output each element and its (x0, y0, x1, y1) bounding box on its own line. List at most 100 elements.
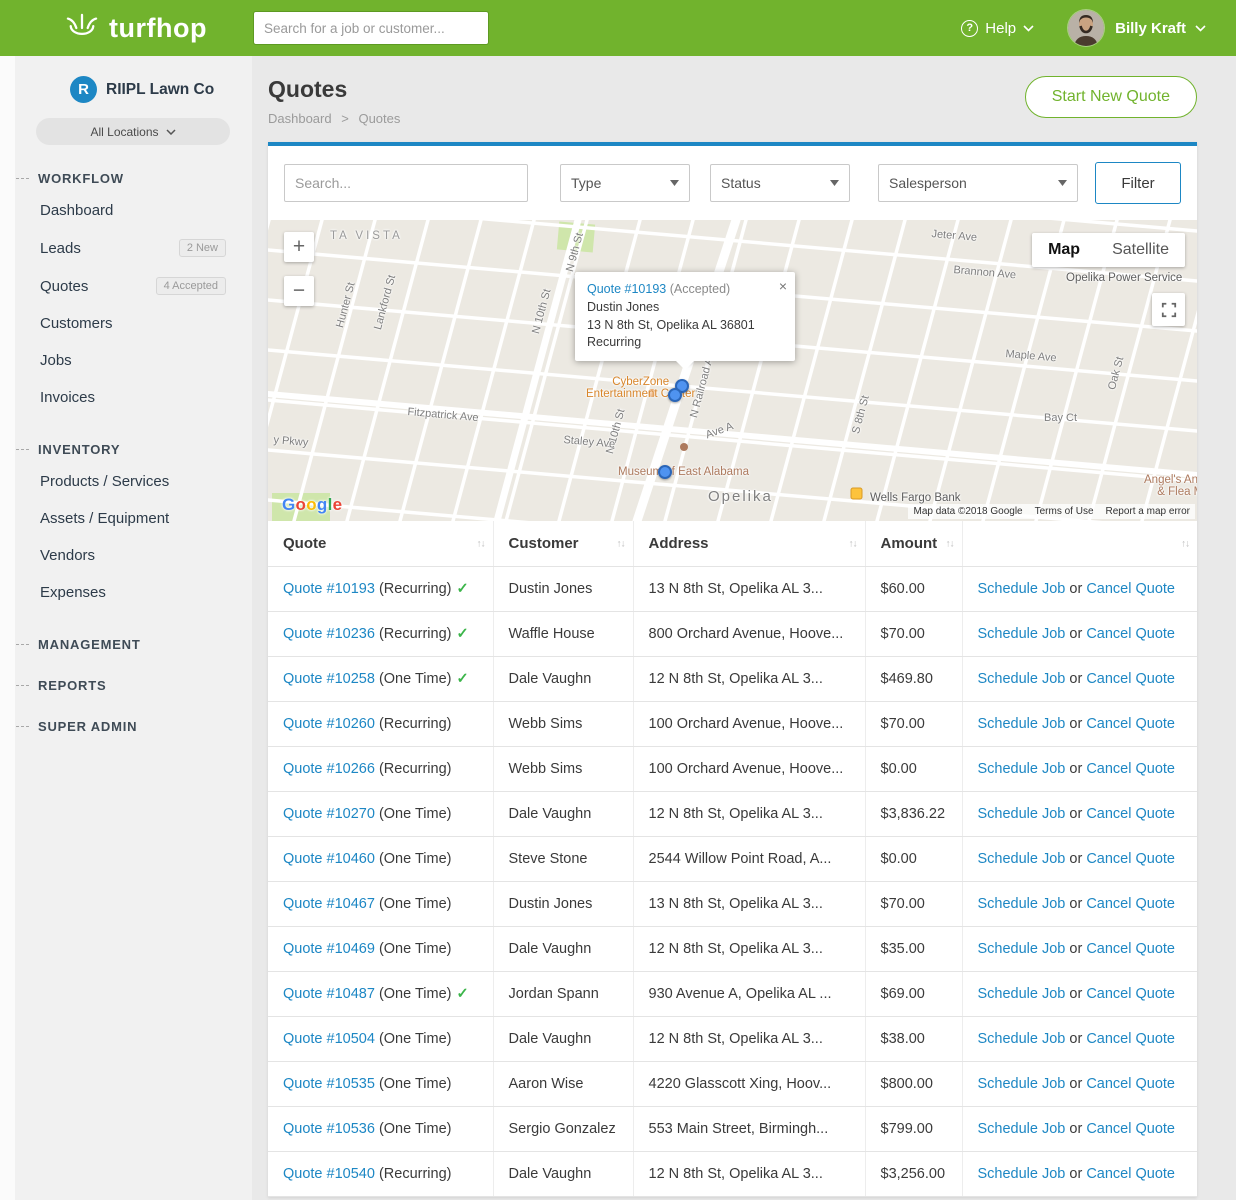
close-icon[interactable]: × (779, 277, 787, 297)
sort-icon[interactable]: ↑↓ (946, 538, 954, 549)
status-select[interactable]: Status (710, 164, 850, 202)
cancel-quote-link[interactable]: Cancel Quote (1086, 626, 1175, 642)
map-attribution: Map data ©2018 Google Terms of Use Repor… (908, 504, 1195, 519)
avatar[interactable] (1068, 10, 1104, 46)
schedule-job-link[interactable]: Schedule Job (978, 851, 1066, 867)
sort-icon[interactable]: ↑↓ (1181, 538, 1189, 549)
cancel-quote-link[interactable]: Cancel Quote (1086, 851, 1175, 867)
map-marker[interactable] (658, 465, 672, 479)
report-error-link[interactable]: Report a map error (1106, 506, 1190, 517)
sidebar-item-vendors[interactable]: Vendors (0, 537, 252, 574)
map-marker[interactable] (668, 388, 682, 402)
cancel-quote-link[interactable]: Cancel Quote (1086, 806, 1175, 822)
quote-link[interactable]: Quote #10535 (283, 1076, 375, 1092)
sidebar-item-dashboard[interactable]: Dashboard (0, 192, 252, 229)
app-logo[interactable]: turfhop (64, 12, 207, 44)
column-header-address[interactable]: Address↑↓ (633, 521, 865, 567)
quote-type: (One Time) (375, 986, 452, 1002)
cancel-quote-link[interactable]: Cancel Quote (1086, 716, 1175, 732)
cancel-quote-link[interactable]: Cancel Quote (1086, 986, 1175, 1002)
terms-link[interactable]: Terms of Use (1035, 506, 1094, 517)
amount-cell: $469.80 (865, 657, 962, 702)
schedule-job-link[interactable]: Schedule Job (978, 626, 1066, 642)
quote-link[interactable]: Quote #10467 (283, 896, 375, 912)
customer-cell: Dale Vaughn (493, 657, 633, 702)
salesperson-select[interactable]: Salesperson (878, 164, 1078, 202)
quote-link[interactable]: Quote #10487 (283, 986, 375, 1002)
sidebar-item-leads[interactable]: Leads2 New (0, 229, 252, 267)
quotes-search-input[interactable] (284, 164, 528, 202)
cancel-quote-link[interactable]: Cancel Quote (1086, 1166, 1175, 1182)
sort-icon[interactable]: ↑↓ (477, 538, 485, 549)
schedule-job-link[interactable]: Schedule Job (978, 1121, 1066, 1137)
satellite-view-button[interactable]: Satellite (1096, 233, 1185, 267)
quote-link[interactable]: Quote #10270 (283, 806, 375, 822)
fullscreen-button[interactable] (1152, 293, 1185, 326)
type-select[interactable]: Type (560, 164, 690, 202)
column-header-quote[interactable]: Quote↑↓ (268, 521, 493, 567)
cancel-quote-link[interactable]: Cancel Quote (1086, 581, 1175, 597)
schedule-job-link[interactable]: Schedule Job (978, 806, 1066, 822)
cancel-quote-link[interactable]: Cancel Quote (1086, 941, 1175, 957)
infowindow-quote-link[interactable]: Quote #10193 (587, 282, 666, 296)
zoom-out-button[interactable]: − (284, 276, 314, 306)
cancel-quote-link[interactable]: Cancel Quote (1086, 1121, 1175, 1137)
schedule-job-link[interactable]: Schedule Job (978, 671, 1066, 687)
quote-link[interactable]: Quote #10236 (283, 626, 375, 642)
sort-icon[interactable]: ↑↓ (617, 538, 625, 549)
schedule-job-link[interactable]: Schedule Job (978, 761, 1066, 777)
quote-link[interactable]: Quote #10193 (283, 581, 375, 597)
cancel-quote-link[interactable]: Cancel Quote (1086, 1031, 1175, 1047)
global-search-input[interactable] (253, 11, 489, 45)
nav-badge: 4 Accepted (156, 277, 226, 295)
quote-link[interactable]: Quote #10258 (283, 671, 375, 687)
schedule-job-link[interactable]: Schedule Job (978, 716, 1066, 732)
avatar-photo (1068, 10, 1104, 46)
locations-dropdown[interactable]: All Locations (36, 118, 230, 145)
turfhop-logo-icon (64, 12, 100, 44)
cancel-quote-link[interactable]: Cancel Quote (1086, 671, 1175, 687)
cancel-quote-link[interactable]: Cancel Quote (1086, 896, 1175, 912)
quote-link[interactable]: Quote #10460 (283, 851, 375, 867)
user-name[interactable]: Billy Kraft (1115, 20, 1186, 37)
sidebar-item-jobs[interactable]: Jobs (0, 342, 252, 379)
sidebar-item-expenses[interactable]: Expenses (0, 574, 252, 611)
schedule-job-link[interactable]: Schedule Job (978, 1031, 1066, 1047)
sidebar-item-products-services[interactable]: Products / Services (0, 463, 252, 500)
schedule-job-link[interactable]: Schedule Job (978, 896, 1066, 912)
quote-link[interactable]: Quote #10469 (283, 941, 375, 957)
cancel-quote-link[interactable]: Cancel Quote (1086, 761, 1175, 777)
map[interactable]: TA VISTAJeter AveBrannon AveOpelika Powe… (268, 220, 1197, 521)
table-row: Quote #10535 (One Time)Aaron Wise4220 Gl… (268, 1062, 1197, 1107)
quote-link[interactable]: Quote #10504 (283, 1031, 375, 1047)
quote-link[interactable]: Quote #10266 (283, 761, 375, 777)
topbar-right: ? Help Billy Kraft (961, 10, 1206, 46)
schedule-job-link[interactable]: Schedule Job (978, 1166, 1066, 1182)
actions-or: or (1065, 581, 1086, 597)
help-menu[interactable]: ? Help (961, 20, 1034, 37)
schedule-job-link[interactable]: Schedule Job (978, 1076, 1066, 1092)
column-header-customer[interactable]: Customer↑↓ (493, 521, 633, 567)
table-row: Quote #10460 (One Time)Steve Stone2544 W… (268, 837, 1197, 882)
quote-link[interactable]: Quote #10536 (283, 1121, 375, 1137)
column-header-amount[interactable]: Amount↑↓ (865, 521, 962, 567)
quote-link[interactable]: Quote #10260 (283, 716, 375, 732)
sidebar-item-quotes[interactable]: Quotes4 Accepted (0, 267, 252, 305)
sidebar-item-assets-equipment[interactable]: Assets / Equipment (0, 500, 252, 537)
filter-button[interactable]: Filter (1095, 162, 1181, 204)
column-header-actions[interactable]: ↑↓ (962, 521, 1197, 567)
sort-icon[interactable]: ↑↓ (849, 538, 857, 549)
schedule-job-link[interactable]: Schedule Job (978, 941, 1066, 957)
zoom-in-button[interactable]: + (284, 232, 314, 262)
map-view-button[interactable]: Map (1032, 233, 1096, 267)
start-new-quote-button[interactable]: Start New Quote (1025, 76, 1197, 118)
breadcrumb-dashboard[interactable]: Dashboard (268, 111, 332, 126)
sidebar-item-customers[interactable]: Customers (0, 305, 252, 342)
cancel-quote-link[interactable]: Cancel Quote (1086, 1076, 1175, 1092)
schedule-job-link[interactable]: Schedule Job (978, 986, 1066, 1002)
amount-cell: $69.00 (865, 972, 962, 1017)
schedule-job-link[interactable]: Schedule Job (978, 581, 1066, 597)
quote-link[interactable]: Quote #10540 (283, 1166, 375, 1182)
sidebar-item-invoices[interactable]: Invoices (0, 379, 252, 416)
company: R RIIPL Lawn Co (0, 76, 252, 103)
